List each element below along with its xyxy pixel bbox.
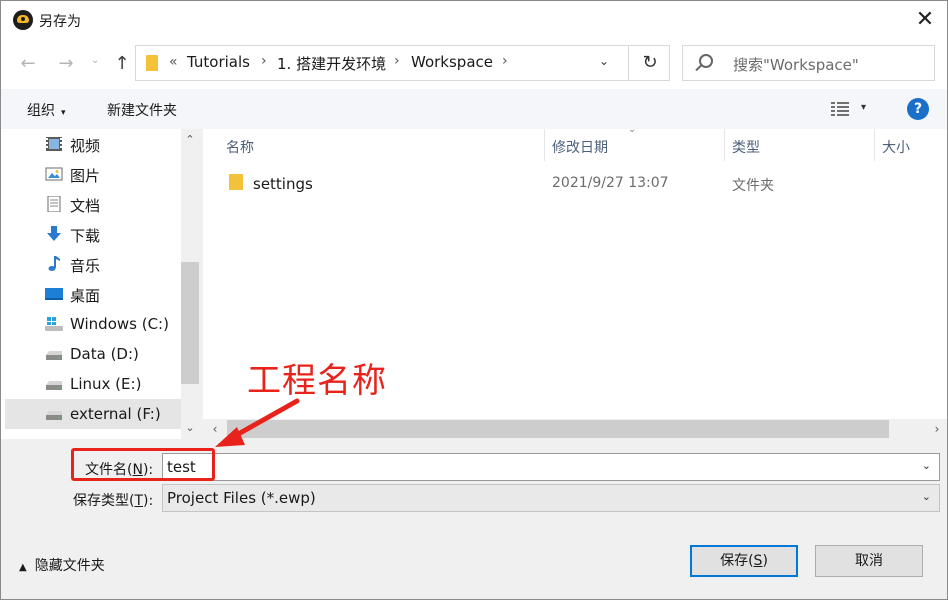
column-divider[interactable] — [724, 129, 725, 161]
sidebar-item-label: 音乐 — [70, 257, 101, 275]
sidebar-item-label: 桌面 — [70, 287, 101, 305]
column-header-name[interactable]: 名称 — [226, 137, 254, 157]
music-icon — [45, 256, 63, 272]
breadcrumb-separator-icon[interactable]: › — [261, 53, 267, 69]
file-type: 文件夹 — [732, 178, 774, 194]
title-bar: 另存为 ✕ — [1, 1, 947, 39]
annotation-label: 工程名称 — [247, 361, 387, 401]
navigation-pane: 视频 图片 文档 下载 音乐 桌面 Windows (C:) Data (D:)… — [5, 129, 183, 439]
chevron-down-icon: ▾ — [61, 108, 66, 118]
desktop-icon — [45, 286, 63, 302]
sidebar-item-documents[interactable]: 文档 — [5, 189, 183, 219]
sidebar-scrollbar[interactable]: ⌃ ⌄ — [181, 129, 199, 439]
chevron-up-icon: ▲ — [19, 562, 27, 573]
sidebar-item-videos[interactable]: 视频 — [5, 129, 183, 159]
documents-icon — [45, 195, 63, 213]
sidebar-item-drive-f[interactable]: external (F:) — [5, 399, 183, 429]
drive-icon — [45, 376, 63, 392]
file-date: 2021/9/27 13:07 — [552, 175, 669, 191]
sidebar-item-label: Linux (E:) — [70, 375, 142, 393]
sidebar-item-label: external (F:) — [70, 405, 161, 423]
hide-folders-label: 隐藏文件夹 — [34, 558, 105, 574]
recent-locations-chevron-icon[interactable]: ⌄ — [91, 55, 99, 66]
hide-folders-toggle[interactable]: ▲ 隐藏文件夹 — [19, 555, 105, 575]
windows-drive-icon — [45, 316, 63, 332]
column-header-type[interactable]: 类型 — [732, 137, 760, 157]
cancel-button[interactable]: 取消 — [815, 545, 923, 577]
address-dropdown-icon[interactable]: ⌄ — [599, 54, 609, 68]
breadcrumb-separator-icon[interactable]: › — [502, 53, 508, 69]
navigation-bar: ← → ⌄ ↑ « Tutorials › 1. 搭建开发环境 › Worksp… — [1, 39, 947, 89]
breadcrumb-separator-icon[interactable]: › — [394, 53, 400, 69]
help-icon[interactable]: ? — [907, 98, 929, 120]
window-title: 另存为 — [39, 14, 81, 30]
scrollbar-thumb[interactable] — [181, 262, 199, 384]
scroll-right-icon[interactable]: › — [927, 419, 947, 439]
column-divider[interactable] — [544, 129, 545, 161]
breadcrumb-overflow-icon[interactable]: « — [169, 54, 178, 70]
organize-button[interactable]: 组织 ▾ — [27, 100, 66, 120]
chevron-down-icon: ⌄ — [921, 490, 931, 503]
filename-combo[interactable]: test ⌄ — [162, 453, 940, 481]
filetype-select[interactable]: Project Files (*.ewp) ⌄ — [162, 484, 940, 512]
sidebar-item-drive-e[interactable]: Linux (E:) — [5, 369, 183, 399]
drive-icon — [45, 346, 63, 362]
save-as-dialog: 另存为 ✕ ← → ⌄ ↑ « Tutorials › 1. 搭建开发环境 › … — [0, 0, 948, 600]
drive-icon — [45, 406, 63, 422]
refresh-icon[interactable]: ↻ — [636, 50, 664, 76]
filetype-label: 保存类型(T): — [73, 493, 154, 509]
back-arrow-icon[interactable]: ← — [17, 53, 39, 75]
search-box[interactable]: 搜索"Workspace" — [682, 45, 935, 81]
breadcrumb-dev-env[interactable]: 1. 搭建开发环境 — [277, 53, 386, 74]
annotation-highlight-box — [71, 448, 215, 481]
sort-indicator-icon: ⌄ — [628, 124, 637, 135]
chevron-down-icon[interactable]: ⌄ — [922, 459, 931, 472]
filetype-value: Project Files (*.ewp) — [167, 489, 316, 507]
forward-arrow-icon[interactable]: → — [55, 53, 77, 75]
sidebar-item-label: Windows (C:) — [70, 315, 169, 333]
video-icon — [45, 136, 63, 152]
search-icon — [699, 54, 713, 68]
organize-label: 组织 — [27, 103, 55, 119]
folder-icon — [146, 55, 158, 71]
column-divider[interactable] — [874, 129, 875, 161]
downloads-icon — [45, 226, 63, 242]
sidebar-item-drive-c[interactable]: Windows (C:) — [5, 309, 183, 339]
command-bar: 组织 ▾ 新建文件夹 ▾ ? — [1, 89, 947, 129]
up-arrow-icon[interactable]: ↑ — [111, 53, 133, 75]
breadcrumb-workspace[interactable]: Workspace — [411, 53, 493, 71]
folder-icon — [229, 174, 243, 190]
sidebar-item-label: 文档 — [70, 197, 101, 215]
save-button[interactable]: 保存(S) — [690, 545, 798, 577]
sidebar-item-pictures[interactable]: 图片 — [5, 159, 183, 189]
sidebar-item-drive-d[interactable]: Data (D:) — [5, 339, 183, 369]
address-bar[interactable]: « Tutorials › 1. 搭建开发环境 › Workspace › ⌄ … — [135, 45, 670, 81]
new-folder-button[interactable]: 新建文件夹 — [107, 100, 177, 120]
divider — [628, 46, 629, 80]
search-input[interactable]: 搜索"Workspace" — [733, 54, 859, 75]
scroll-down-icon[interactable]: ⌄ — [181, 419, 199, 437]
sidebar-item-downloads[interactable]: 下载 — [5, 219, 183, 249]
scroll-up-icon[interactable]: ⌃ — [181, 131, 199, 149]
file-row[interactable]: settings 2021/9/27 13:07 文件夹 — [203, 167, 947, 199]
scroll-left-icon[interactable]: ‹ — [205, 419, 225, 439]
sidebar-item-music[interactable]: 音乐 — [5, 249, 183, 279]
close-icon[interactable]: ✕ — [907, 4, 943, 36]
sidebar-item-label: 图片 — [70, 167, 101, 185]
view-dropdown-icon[interactable]: ▾ — [861, 102, 866, 113]
sidebar-item-label: 下载 — [70, 227, 101, 245]
column-header-size[interactable]: 大小 — [882, 137, 910, 157]
app-icon — [13, 10, 33, 30]
pictures-icon — [45, 166, 63, 182]
file-name: settings — [253, 175, 313, 193]
scrollbar-thumb[interactable] — [227, 420, 889, 438]
view-options-icon[interactable] — [831, 102, 849, 116]
sidebar-item-label: Data (D:) — [70, 345, 139, 363]
sidebar-item-desktop[interactable]: 桌面 — [5, 279, 183, 309]
sidebar-item-label: 视频 — [70, 137, 101, 155]
breadcrumb-tutorials[interactable]: Tutorials — [187, 53, 250, 71]
file-list-hscrollbar[interactable]: ‹ › — [203, 419, 947, 439]
column-header-date[interactable]: 修改日期 — [552, 137, 608, 157]
